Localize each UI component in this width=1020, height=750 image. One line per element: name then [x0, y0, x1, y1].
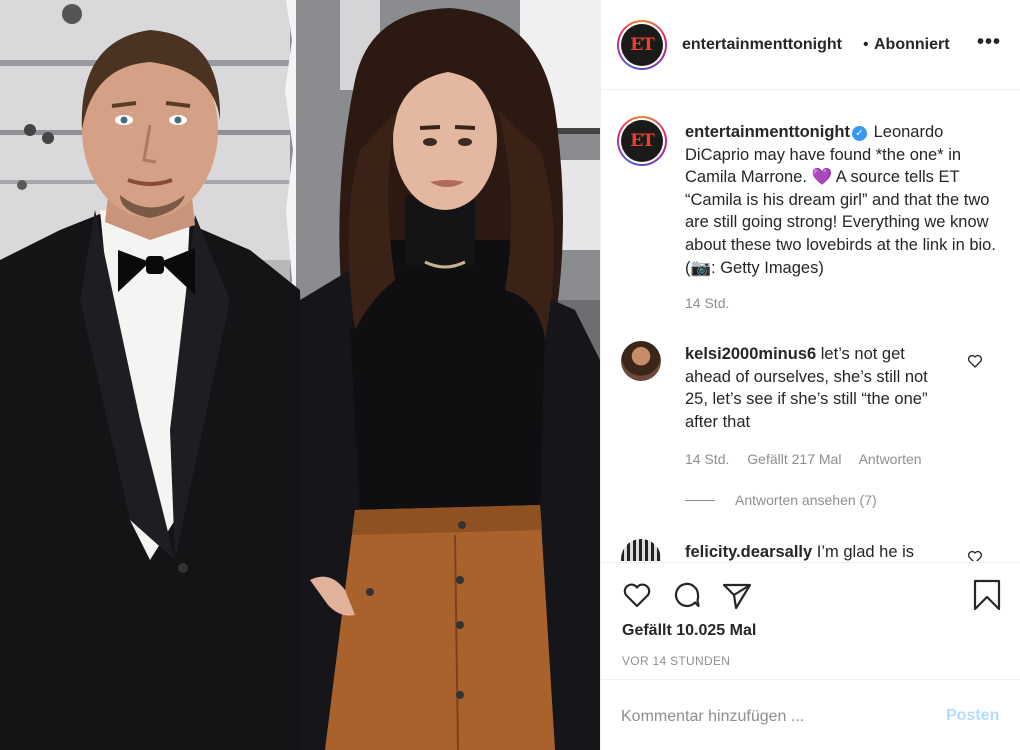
comment-username[interactable]: felicity.dearsally — [685, 543, 812, 561]
heart-outline-icon[interactable] — [967, 353, 983, 369]
author-username[interactable]: entertainmenttonight — [682, 36, 842, 54]
post-time-ago[interactable]: VOR 14 STUNDEN — [622, 654, 730, 668]
comments-list[interactable]: ET entertainmenttonight ✓ Leonardo DiCapr… — [601, 91, 1020, 561]
et-logo: ET — [621, 120, 663, 162]
comment-input[interactable] — [621, 705, 921, 729]
comment-text: kelsi2000minus6 let’s not get ahead of o… — [685, 343, 955, 433]
comment-timestamp[interactable]: 14 Std. — [685, 451, 729, 467]
caption-text: entertainmenttonight ✓ Leonardo DiCaprio … — [685, 121, 1005, 279]
share-icon[interactable] — [721, 579, 753, 611]
caption-username[interactable]: entertainmenttonight — [685, 123, 850, 141]
author-avatar[interactable]: ET — [617, 20, 667, 70]
separator-dot: • — [863, 36, 869, 53]
replies-divider — [685, 500, 715, 501]
verified-badge-icon: ✓ — [852, 126, 867, 141]
heart-outline-icon[interactable] — [967, 549, 983, 561]
commenter-avatar[interactable] — [621, 341, 661, 381]
action-bar: Gefällt 10.025 Mal VOR 14 STUNDEN — [601, 562, 1020, 680]
post-header: ET entertainmenttonight • Abonniert ••• — [601, 0, 1020, 90]
comment-icon[interactable] — [671, 579, 703, 611]
caption-timestamp[interactable]: 14 Std. — [685, 295, 729, 311]
caption-avatar[interactable]: ET — [617, 116, 667, 166]
heart-icon[interactable] — [621, 579, 653, 611]
reply-button[interactable]: Antworten — [859, 451, 922, 467]
purple-heart-emoji: 💜 — [811, 168, 833, 187]
likes-count[interactable]: Gefällt 10.025 Mal — [622, 622, 756, 640]
et-logo: ET — [621, 24, 663, 66]
comment-text: felicity.dearsally I’m glad he is — [685, 541, 955, 561]
bookmark-icon[interactable] — [971, 579, 1003, 611]
commenter-avatar[interactable] — [621, 539, 661, 561]
post-image[interactable] — [0, 0, 600, 750]
follow-status-button[interactable]: Abonniert — [874, 36, 950, 54]
comment-body: I’m glad he is — [816, 543, 914, 561]
add-comment-bar: Posten — [601, 681, 1020, 750]
comment-meta: 14 Std. Gefällt 217 Mal Antworten — [685, 451, 936, 467]
post-comment-button[interactable]: Posten — [946, 707, 999, 725]
comment-username[interactable]: kelsi2000minus6 — [685, 345, 816, 363]
comment-likes[interactable]: Gefällt 217 Mal — [747, 451, 841, 467]
post-sidebar: ET entertainmenttonight • Abonniert ••• … — [600, 0, 1020, 750]
more-options-icon[interactable]: ••• — [977, 31, 1001, 54]
view-replies-button[interactable]: Antworten ansehen (7) — [735, 492, 877, 508]
caption-body-3: : Getty Images) — [711, 258, 824, 277]
camera-emoji: 📷 — [690, 258, 712, 277]
